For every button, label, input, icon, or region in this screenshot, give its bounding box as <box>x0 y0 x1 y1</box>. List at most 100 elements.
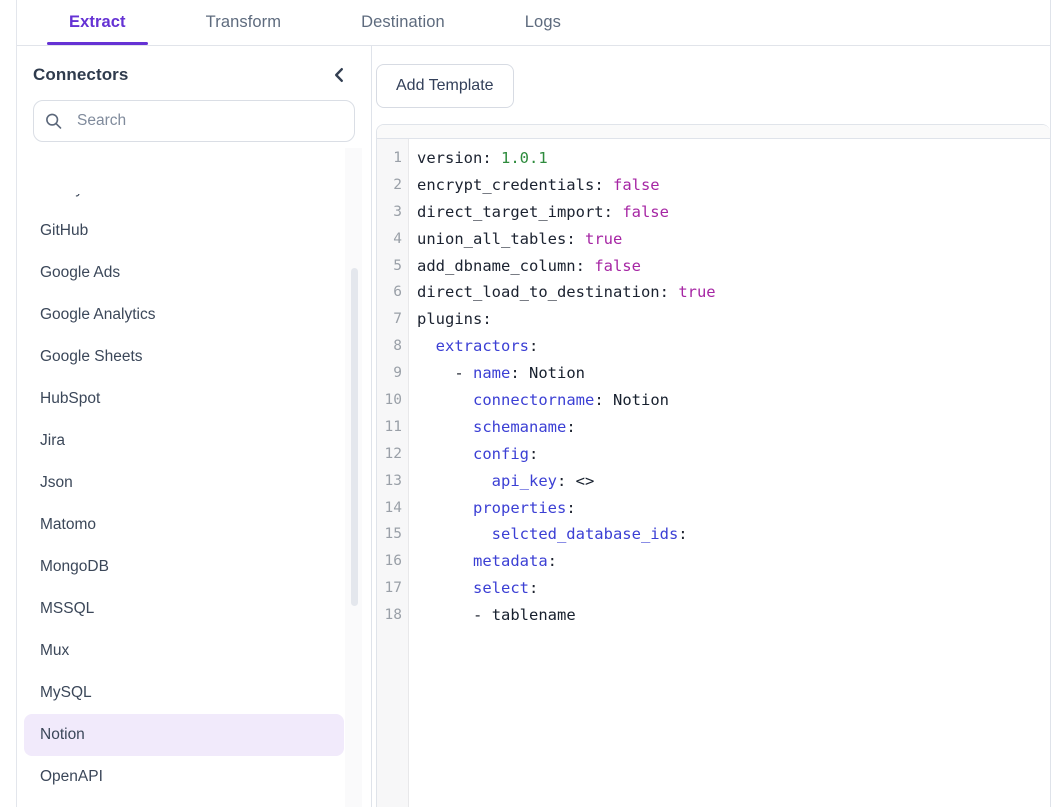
connectors-sidebar: Connectors FileSystemGitHubGoogle AdsGoo <box>17 46 372 807</box>
code-token-punct: : <box>566 230 585 248</box>
connector-item-openapi[interactable]: OpenAPI <box>24 756 344 798</box>
sidebar-title: Connectors <box>33 65 128 85</box>
code-line: selcted_database_ids: <box>417 521 1050 548</box>
connector-item-mssql[interactable]: MSSQL <box>24 588 344 630</box>
connector-item-oracle[interactable]: Oracle <box>24 798 344 807</box>
connector-item-google-ads[interactable]: Google Ads <box>24 252 344 294</box>
code-token-punct: : <box>594 176 613 194</box>
line-number: 18 <box>377 602 408 629</box>
code-line: plugins: <box>417 306 1050 333</box>
code-token-punct <box>417 418 473 436</box>
code-line: version: 1.0.1 <box>417 145 1050 172</box>
connector-item-hubspot[interactable]: HubSpot <box>24 378 344 420</box>
code-token-punct: : <box>557 472 576 490</box>
connector-item-label: Matomo <box>40 516 96 534</box>
add-template-button[interactable]: Add Template <box>376 64 514 108</box>
search-input[interactable] <box>34 101 354 141</box>
code-token-key: encrypt_credentials <box>417 176 594 194</box>
line-number: 11 <box>377 414 408 441</box>
main-panel: Add Template 123456789101112131415161718… <box>373 46 1050 807</box>
code-token-nkey: extractors <box>436 337 529 355</box>
connector-item-mongodb[interactable]: MongoDB <box>24 546 344 588</box>
connector-item-label: FileSystem <box>40 194 117 198</box>
line-number: 13 <box>377 468 408 495</box>
code-token-punct <box>417 499 473 517</box>
search-icon <box>45 113 62 130</box>
code-line: direct_load_to_destination: true <box>417 279 1050 306</box>
code-token-punct <box>482 606 491 624</box>
code-token-nkey: schemaname <box>473 418 566 436</box>
tab-extract[interactable]: Extract <box>47 0 148 45</box>
code-line: properties: <box>417 495 1050 522</box>
code-token-nkey: selcted_database_ids <box>492 525 679 543</box>
connector-item-google-analytics[interactable]: Google Analytics <box>24 294 344 336</box>
code-token-punct: : <box>566 499 575 517</box>
connector-item-mysql[interactable]: MySQL <box>24 672 344 714</box>
connector-item-label: HubSpot <box>40 390 100 408</box>
code-token-punct <box>417 552 473 570</box>
connector-item-label: Google Analytics <box>40 306 155 324</box>
code-line: direct_target_import: false <box>417 199 1050 226</box>
editor-line-number-gutter: 123456789101112131415161718 <box>377 139 409 807</box>
main-toolbar: Add Template <box>373 46 1050 126</box>
code-token-nkey: select <box>473 579 529 597</box>
code-line: api_key: <> <box>417 468 1050 495</box>
connector-item-jira[interactable]: Jira <box>24 420 344 462</box>
connector-item-google-sheets[interactable]: Google Sheets <box>24 336 344 378</box>
connector-list-viewport: FileSystem GitHubGoogle Ads Google Analyti… <box>17 194 371 807</box>
right-rail-divider <box>1050 0 1051 807</box>
code-token-bool: true <box>585 230 622 248</box>
code-token-str: Notion <box>529 364 585 382</box>
code-token-key: version <box>417 149 482 167</box>
tab-logs[interactable]: Logs <box>503 0 583 45</box>
code-token-dash: - <box>454 364 463 382</box>
code-token-nkey: api_key <box>492 472 557 490</box>
code-token-punct <box>417 445 473 463</box>
line-number: 1 <box>377 145 408 172</box>
connector-item-filesystem[interactable]: FileSystem <box>24 194 344 210</box>
chevron-left-icon[interactable] <box>327 64 349 86</box>
code-line: connectorname: Notion <box>417 387 1050 414</box>
connector-item-label: Json <box>40 474 73 492</box>
editor-code-area[interactable]: version: 1.0.1encrypt_credentials: false… <box>409 139 1050 807</box>
connector-item-matomo[interactable]: Matomo <box>24 504 344 546</box>
line-number: 10 <box>377 387 408 414</box>
code-token-key: union_all_tables <box>417 230 566 248</box>
code-token-punct: : <box>660 283 679 301</box>
line-number: 16 <box>377 548 408 575</box>
app-root: Extract Transform Destination Logs Connecto… <box>0 0 1055 807</box>
code-token-str: tablename <box>492 606 576 624</box>
code-token-nkey: config <box>473 445 529 463</box>
connector-item-github[interactable]: GitHub <box>24 210 344 252</box>
code-token-punct: : <box>566 418 575 436</box>
connector-item-label: Mux <box>40 642 69 660</box>
code-token-bool: true <box>678 283 715 301</box>
connector-item-notion[interactable]: Notion <box>24 714 344 756</box>
editor-top-strip <box>377 125 1050 139</box>
code-token-punct: : <box>604 203 623 221</box>
connector-item-label: Google Sheets <box>40 348 143 366</box>
line-number: 14 <box>377 495 408 522</box>
code-token-str: <> <box>576 472 595 490</box>
line-number: 2 <box>377 172 408 199</box>
tab-label: Destination <box>361 13 445 32</box>
line-number: 5 <box>377 253 408 280</box>
search-box[interactable] <box>33 100 355 142</box>
code-token-punct: : <box>678 525 687 543</box>
code-line: add_dbname_column: false <box>417 253 1050 280</box>
code-token-punct: : <box>576 257 595 275</box>
yaml-code-editor[interactable]: 123456789101112131415161718 version: 1.0… <box>376 124 1050 807</box>
code-token-punct <box>417 364 454 382</box>
connector-list: FileSystem GitHubGoogle Ads Google Analyti… <box>17 194 351 807</box>
tab-destination[interactable]: Destination <box>339 0 467 45</box>
code-token-nkey: metadata <box>473 552 548 570</box>
tab-list: Extract Transform Destination Logs <box>17 0 1050 45</box>
connector-item-label: MongoDB <box>40 558 109 576</box>
code-token-punct <box>417 472 492 490</box>
tab-transform[interactable]: Transform <box>184 0 303 45</box>
connector-item-mux[interactable]: Mux <box>24 630 344 672</box>
code-line: config: <box>417 441 1050 468</box>
code-token-punct: : <box>482 310 491 328</box>
connector-item-json[interactable]: Json <box>24 462 344 504</box>
sidebar-scrollbar-thumb[interactable] <box>351 268 358 606</box>
